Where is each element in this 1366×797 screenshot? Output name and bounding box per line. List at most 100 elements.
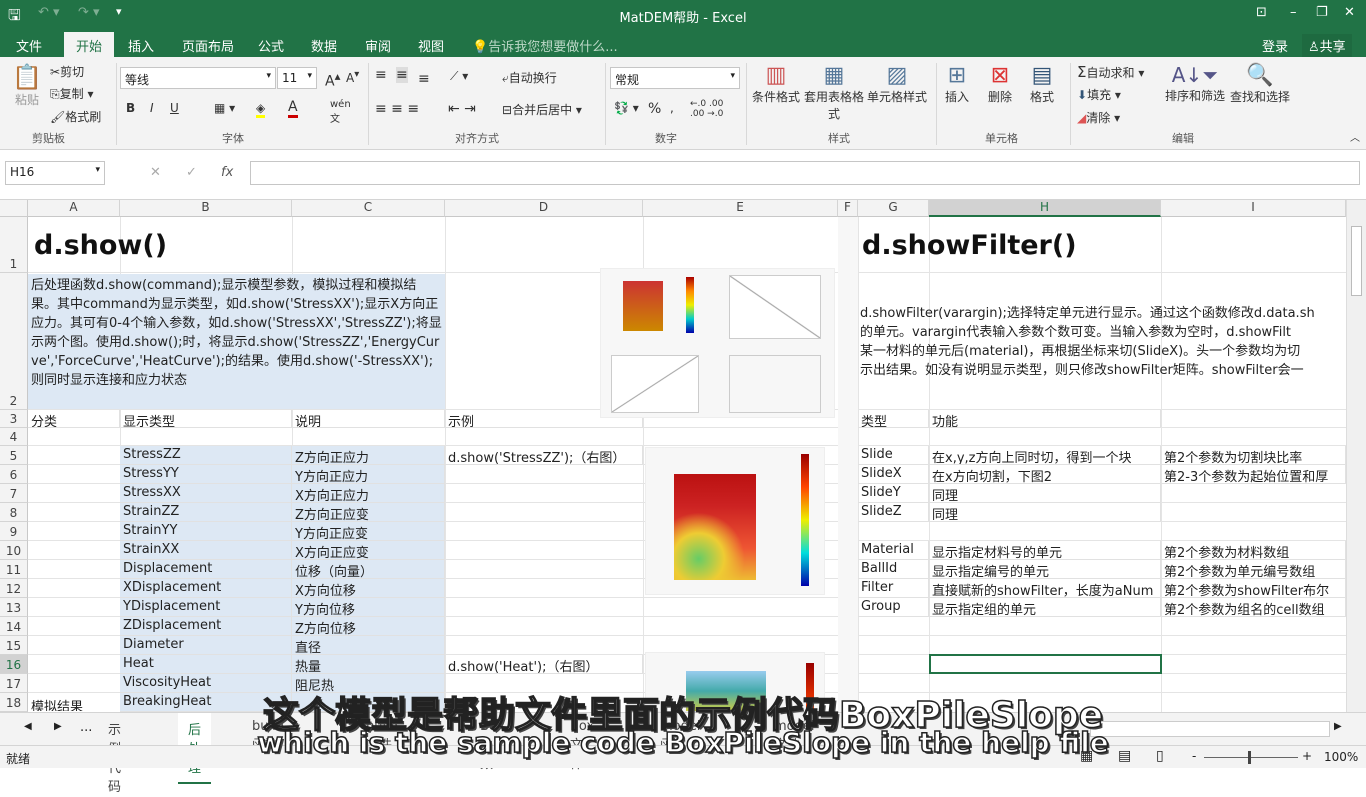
- result-figure-thumbnail[interactable]: [600, 268, 835, 418]
- description-cell[interactable]: Z方向正应变: [292, 503, 445, 522]
- sort-filter-button[interactable]: A↓⏷ 排序和筛选: [1165, 63, 1225, 104]
- display-type-cell[interactable]: StressXX: [120, 484, 292, 503]
- conditional-format-button[interactable]: ▥ 条件格式: [752, 63, 800, 105]
- login-link[interactable]: 登录: [1262, 34, 1288, 57]
- align-middle-icon[interactable]: ≡: [396, 67, 408, 83]
- row-header-12[interactable]: 12: [0, 579, 28, 598]
- stresszz-figure[interactable]: [645, 447, 825, 595]
- row-header-8[interactable]: 8: [0, 503, 28, 522]
- row-header-1[interactable]: 1: [0, 217, 28, 273]
- display-type-cell[interactable]: Diameter: [120, 636, 292, 655]
- row-header-13[interactable]: 13: [0, 598, 28, 617]
- wrap-text-button[interactable]: ⤶自动换行: [502, 69, 557, 86]
- description-cell[interactable]: 直径: [292, 636, 445, 655]
- row-header-15[interactable]: 15: [0, 636, 28, 655]
- filter-function-cell[interactable]: 直接赋新的showFilter，长度为aNum: [929, 579, 1161, 598]
- align-top-icon[interactable]: ≡: [375, 67, 387, 83]
- display-type-cell[interactable]: StressZZ: [120, 446, 292, 465]
- tab-home[interactable]: 开始: [64, 32, 115, 57]
- row-header-16[interactable]: 16: [0, 655, 28, 674]
- clear-button[interactable]: ◢清除 ▾: [1077, 109, 1120, 126]
- font-color-icon[interactable]: A: [288, 99, 298, 118]
- tab-formulas[interactable]: 公式: [258, 34, 284, 57]
- filter-function-cell[interactable]: 同理: [929, 503, 1161, 522]
- font-size-select[interactable]: 11 ▾: [277, 67, 317, 89]
- filter-type-cell[interactable]: BallId: [858, 560, 929, 579]
- filter-type-cell[interactable]: Filter: [858, 579, 929, 598]
- filter-type-cell[interactable]: Material: [858, 541, 929, 560]
- maximize-icon[interactable]: ❐: [1316, 5, 1328, 20]
- display-type-cell[interactable]: Displacement: [120, 560, 292, 579]
- display-type-cell[interactable]: ZDisplacement: [120, 617, 292, 636]
- display-type-cell[interactable]: StressYY: [120, 465, 292, 484]
- underline-button[interactable]: U: [170, 101, 179, 115]
- row-header-10[interactable]: 10: [0, 541, 28, 560]
- decrease-font-icon[interactable]: A▾: [346, 69, 359, 85]
- minimize-icon[interactable]: –: [1290, 5, 1297, 20]
- accounting-icon[interactable]: 💱 ▾: [614, 101, 639, 115]
- tab-file[interactable]: 文件: [16, 34, 42, 57]
- filter-function-cell[interactable]: 显示指定编号的单元: [929, 560, 1161, 579]
- description-cell[interactable]: 热量: [292, 655, 445, 674]
- filter-note-cell[interactable]: 第2-3个参数为起始位置和厚: [1161, 465, 1346, 484]
- row-header-11[interactable]: 11: [0, 560, 28, 579]
- column-header-G[interactable]: G: [858, 200, 929, 217]
- filter-type-cell[interactable]: Group: [858, 598, 929, 617]
- column-header-I[interactable]: I: [1161, 200, 1346, 217]
- name-box[interactable]: H16 ▾: [5, 161, 105, 185]
- orientation-icon[interactable]: ⟋ ▾: [450, 69, 468, 84]
- description-cell[interactable]: Z方向正应力: [292, 446, 445, 465]
- italic-button[interactable]: I: [150, 101, 154, 115]
- description-cell[interactable]: X方向正应力: [292, 484, 445, 503]
- filter-function-cell[interactable]: 在x,y,z方向上同时切，得到一个块: [929, 446, 1161, 465]
- merge-center-button[interactable]: ⊟合并后居中 ▾: [502, 101, 582, 118]
- formula-input[interactable]: [250, 161, 1360, 185]
- filter-type-cell[interactable]: SlideX: [858, 465, 929, 484]
- copy-button[interactable]: ⎘复制 ▾: [50, 85, 93, 102]
- format-painter-button[interactable]: 🖌格式刷: [50, 108, 101, 125]
- row-header-7[interactable]: 7: [0, 484, 28, 503]
- display-type-cell[interactable]: StrainXX: [120, 541, 292, 560]
- find-select-button[interactable]: 🔍 查找和选择: [1230, 63, 1290, 105]
- description-cell[interactable]: Z方向位移: [292, 617, 445, 636]
- filter-note-cell[interactable]: 第2个参数为showFilter布尔: [1161, 579, 1346, 598]
- percent-button[interactable]: %: [648, 101, 661, 117]
- tab-page-layout[interactable]: 页面布局: [182, 34, 234, 57]
- align-left-icon[interactable]: ≡ ≡ ≡: [375, 101, 419, 117]
- cancel-icon[interactable]: ✕: [150, 165, 161, 180]
- filter-note-cell[interactable]: 第2个参数为组名的cell数组: [1161, 598, 1346, 617]
- filter-note-cell[interactable]: 第2个参数为材料数组: [1161, 541, 1346, 560]
- description-cell[interactable]: X方向位移: [292, 579, 445, 598]
- filter-function-cell[interactable]: 在x方向切割，下图2: [929, 465, 1161, 484]
- row-header-2[interactable]: 2: [0, 273, 28, 410]
- enter-icon[interactable]: ✓: [186, 165, 197, 180]
- fill-button[interactable]: ⬇填充 ▾: [1077, 86, 1121, 103]
- indent-icon[interactable]: ⇤ ⇥: [448, 101, 476, 117]
- align-bottom-icon[interactable]: ≡: [418, 71, 430, 87]
- save-icon[interactable]: 🖫: [8, 5, 21, 30]
- row-header-9[interactable]: 9: [0, 522, 28, 541]
- column-header-F[interactable]: F: [838, 200, 858, 217]
- row-header-6[interactable]: 6: [0, 465, 28, 484]
- comma-icon[interactable]: ,: [670, 101, 674, 115]
- paste-button[interactable]: 📋 粘贴: [12, 63, 42, 108]
- display-type-cell[interactable]: StrainZZ: [120, 503, 292, 522]
- example-cell[interactable]: d.show('Heat');（右图）: [445, 655, 643, 675]
- autosum-button[interactable]: Σ自动求和 ▾: [1077, 63, 1144, 81]
- display-type-cell[interactable]: XDisplacement: [120, 579, 292, 598]
- font-name-select[interactable]: 等线 ▾: [120, 67, 276, 89]
- description-cell[interactable]: Y方向位移: [292, 598, 445, 617]
- row-header-3[interactable]: 3: [0, 410, 28, 428]
- decimal-icon[interactable]: ←.0 .00.00 →.0: [690, 99, 723, 119]
- description-cell[interactable]: Y方向正应变: [292, 522, 445, 541]
- scroll-thumb[interactable]: [1351, 226, 1362, 296]
- format-as-table-button[interactable]: ▦ 套用表格格式: [804, 63, 864, 122]
- tab-view[interactable]: 视图: [418, 34, 444, 57]
- cut-button[interactable]: ✂剪切: [50, 63, 84, 80]
- bold-button[interactable]: B: [126, 101, 135, 115]
- close-icon[interactable]: ✕: [1344, 5, 1355, 20]
- filter-type-cell[interactable]: SlideY: [858, 484, 929, 503]
- tab-review[interactable]: 审阅: [365, 34, 391, 57]
- fill-color-icon[interactable]: ◈: [256, 101, 266, 118]
- customize-qat-icon[interactable]: ▾: [116, 5, 122, 18]
